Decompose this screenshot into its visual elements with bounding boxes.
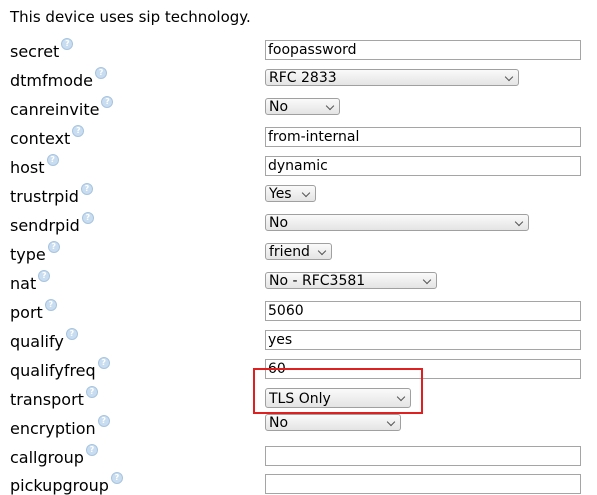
field-row-dtmfmode: dtmfmode? RFC 2833: [0, 61, 597, 90]
help-icon[interactable]: ?: [85, 386, 98, 398]
field-row-type: type? friend: [0, 235, 597, 264]
help-icon[interactable]: ?: [95, 67, 108, 79]
field-label: host: [10, 158, 45, 177]
qualify-input[interactable]: yes: [265, 330, 581, 350]
selected-value: Yes: [269, 186, 292, 202]
help-icon[interactable]: ?: [44, 299, 57, 311]
selected-value: RFC 2833: [269, 70, 337, 86]
field-row-qualify: qualify? yes: [0, 322, 597, 351]
callgroup-input[interactable]: [265, 446, 581, 466]
field-row-trustrpid: trustrpid? Yes: [0, 177, 597, 206]
chevron-down-icon: [504, 72, 514, 82]
context-input[interactable]: from-internal: [265, 127, 581, 147]
help-icon[interactable]: ?: [85, 444, 98, 456]
host-input[interactable]: dynamic: [265, 156, 581, 176]
field-label: context: [10, 129, 71, 148]
selected-value: No: [269, 415, 289, 431]
chevron-down-icon: [325, 101, 335, 111]
field-label: secret: [10, 42, 60, 61]
field-label: canreinvite: [10, 100, 100, 119]
field-row-context: context? from-internal: [0, 119, 597, 148]
help-icon[interactable]: ?: [97, 357, 110, 369]
selected-value: friend: [269, 244, 310, 260]
nat-select[interactable]: No - RFC3581: [265, 272, 437, 289]
field-label: trustrpid: [10, 187, 79, 206]
help-icon[interactable]: ?: [38, 270, 51, 282]
field-row-secret: secret? foopassword: [0, 32, 597, 61]
intro-text: This device uses sip technology.: [10, 8, 251, 26]
secret-input[interactable]: foopassword: [265, 40, 581, 60]
field-row-canreinvite: canreinvite? No: [0, 90, 597, 119]
field-label: transport: [10, 390, 84, 409]
field-row-nat: nat? No - RFC3581: [0, 264, 597, 293]
dtmfmode-select[interactable]: RFC 2833: [265, 69, 519, 86]
selected-value: No: [269, 215, 289, 231]
field-row-sendrpid: sendrpid? No: [0, 206, 597, 235]
field-label: sendrpid: [10, 216, 80, 235]
field-label: encryption: [10, 419, 96, 438]
help-icon[interactable]: ?: [80, 183, 93, 195]
field-label: dtmfmode: [10, 71, 94, 90]
help-icon[interactable]: ?: [65, 328, 78, 340]
field-label: callgroup: [10, 448, 84, 467]
help-icon[interactable]: ?: [97, 415, 110, 427]
chevron-down-icon: [301, 188, 311, 198]
field-label: qualify: [10, 332, 64, 351]
sendrpid-select[interactable]: No: [265, 214, 529, 231]
field-row-host: host? dynamic: [0, 148, 597, 177]
field-label: type: [10, 245, 46, 264]
help-icon[interactable]: ?: [72, 125, 85, 137]
chevron-down-icon: [386, 417, 396, 427]
port-input[interactable]: 5060: [265, 301, 581, 321]
encryption-select[interactable]: No: [265, 414, 401, 431]
canreinvite-select[interactable]: No: [265, 98, 340, 115]
field-row-pickupgroup: pickupgroup?: [0, 466, 597, 495]
field-label: qualifyfreq: [10, 361, 96, 380]
field-row-port: port? 5060: [0, 293, 597, 322]
chevron-down-icon: [422, 275, 432, 285]
trustrpid-select[interactable]: Yes: [265, 185, 316, 202]
help-icon[interactable]: ?: [46, 154, 59, 166]
help-icon[interactable]: ?: [101, 96, 114, 108]
type-select[interactable]: friend: [265, 243, 332, 260]
field-label: nat: [10, 274, 37, 293]
help-icon[interactable]: ?: [61, 38, 74, 50]
chevron-down-icon: [514, 217, 524, 227]
selected-value: No: [269, 99, 289, 115]
field-row-callgroup: callgroup?: [0, 438, 597, 467]
help-icon[interactable]: ?: [81, 212, 94, 224]
pickupgroup-input[interactable]: [265, 474, 581, 494]
help-icon[interactable]: ?: [47, 241, 60, 253]
transport-highlight-box: [253, 368, 423, 414]
field-label: pickupgroup: [10, 476, 109, 495]
field-label: port: [10, 303, 43, 322]
help-icon[interactable]: ?: [110, 472, 123, 484]
selected-value: No - RFC3581: [269, 273, 366, 289]
chevron-down-icon: [317, 246, 327, 256]
